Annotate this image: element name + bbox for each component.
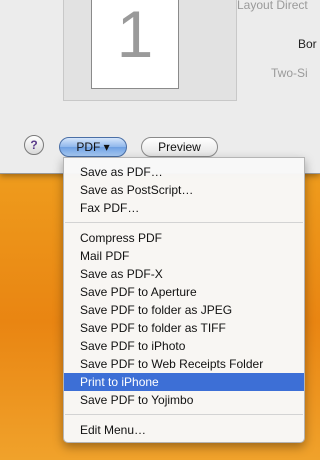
border-popup-value[interactable]: Bor <box>298 37 317 51</box>
two-sided-label: Two-Si <box>271 66 308 80</box>
menu-item-save-as-pdf[interactable]: Save as PDF… <box>64 163 304 181</box>
preview-page-thumbnail: 1 <box>91 0 179 89</box>
menu-separator <box>65 222 303 223</box>
print-dialog: 1 Layout Direct Bor Two-Si ? PDF ▾ Previ… <box>0 0 320 174</box>
menu-item-save-pdf-to-folder-jpeg[interactable]: Save PDF to folder as JPEG <box>64 301 304 319</box>
menu-separator <box>65 414 303 415</box>
pdf-menu-button[interactable]: PDF ▾ <box>59 137 127 157</box>
menu-item-print-to-iphone[interactable]: Print to iPhone <box>64 373 304 391</box>
menu-item-save-pdf-to-yojimbo[interactable]: Save PDF to Yojimbo <box>64 391 304 409</box>
page-number: 1 <box>116 0 154 71</box>
menu-item-save-as-postscript[interactable]: Save as PostScript… <box>64 181 304 199</box>
menu-item-compress-pdf[interactable]: Compress PDF <box>64 229 304 247</box>
layout-direction-label: Layout Direct <box>237 0 308 12</box>
menu-item-edit-menu[interactable]: Edit Menu… <box>64 421 304 439</box>
pdf-dropdown-menu: Save as PDF… Save as PostScript… Fax PDF… <box>63 157 305 443</box>
menu-item-save-pdf-to-iphoto[interactable]: Save PDF to iPhoto <box>64 337 304 355</box>
preview-button[interactable]: Preview <box>141 137 218 157</box>
menu-item-save-pdf-to-folder-tiff[interactable]: Save PDF to folder as TIFF <box>64 319 304 337</box>
menu-item-save-pdf-to-aperture[interactable]: Save PDF to Aperture <box>64 283 304 301</box>
help-button[interactable]: ? <box>24 135 44 155</box>
menu-item-fax-pdf[interactable]: Fax PDF… <box>64 199 304 217</box>
menu-item-mail-pdf[interactable]: Mail PDF <box>64 247 304 265</box>
menu-item-save-as-pdf-x[interactable]: Save as PDF-X <box>64 265 304 283</box>
menu-item-save-pdf-to-web-receipts[interactable]: Save PDF to Web Receipts Folder <box>64 355 304 373</box>
